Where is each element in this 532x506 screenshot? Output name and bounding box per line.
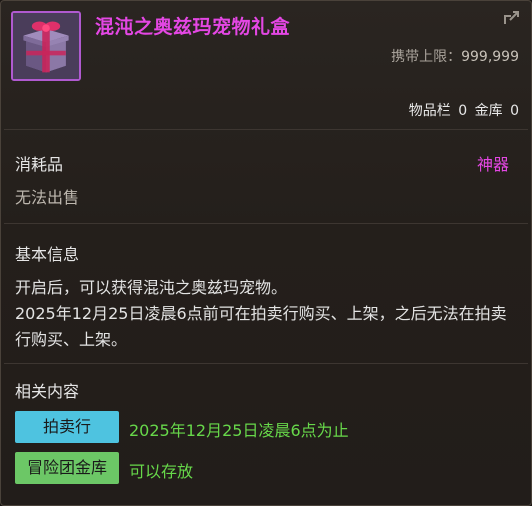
guild-storage-note: 可以存放 [129, 462, 194, 481]
guild-warehouse-button[interactable]: 冒险团金库 [15, 452, 119, 484]
description: 开启后，可以获得混沌之奥兹玛宠物。 2025年12月25日凌晨6点前可在拍卖行购… [15, 275, 515, 353]
inventory-count: 0 [458, 103, 468, 119]
divider [4, 223, 528, 224]
divider [4, 129, 528, 130]
item-tooltip-panel: 混沌之奥兹玛宠物礼盒 携带上限：999,999 物品栏 0 金库 0 消耗品 神… [0, 0, 532, 506]
warehouse-label: 金库 [474, 103, 503, 119]
carry-limit: 携带上限：999,999 [391, 46, 519, 66]
gift-box-icon [11, 11, 81, 81]
rarity-badge: 神器 [476, 155, 509, 174]
sell-note: 无法出售 [15, 188, 80, 207]
auction-deadline: 2025年12月25日凌晨6点为止 [129, 421, 349, 440]
share-icon[interactable] [501, 7, 523, 29]
description-line-1: 开启后，可以获得混沌之奥兹玛宠物。 [15, 278, 288, 297]
divider [4, 363, 528, 364]
item-type: 消耗品 [15, 155, 64, 174]
warehouse-count: 0 [510, 103, 519, 119]
item-title: 混沌之奥兹玛宠物礼盒 [95, 16, 291, 38]
carry-limit-value: 999,999 [461, 49, 519, 65]
storage-counts: 物品栏 0 金库 0 [406, 100, 519, 120]
basic-info-heading: 基本信息 [15, 245, 80, 264]
description-line-2: 2025年12月25日凌晨6点前可在拍卖行购买、上架，之后无法在拍卖行购买、上架… [15, 304, 507, 349]
related-heading: 相关内容 [15, 382, 80, 401]
inventory-label: 物品栏 [408, 103, 451, 119]
carry-limit-label: 携带上限： [391, 49, 462, 65]
auction-house-button[interactable]: 拍卖行 [15, 411, 119, 443]
